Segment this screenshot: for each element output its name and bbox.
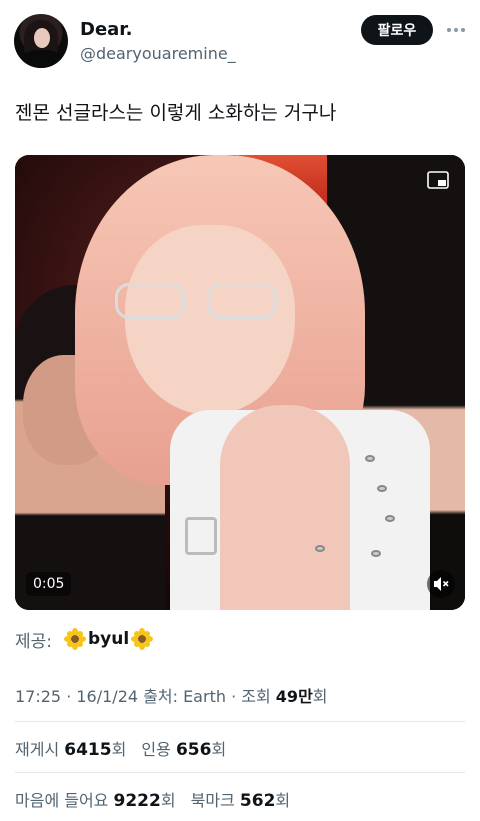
engagement-stats-row-1: 재게시 6415회 인용 656회 xyxy=(15,736,236,760)
quotes-stat[interactable]: 인용 656회 xyxy=(141,740,226,760)
likes-stat[interactable]: 마음에 들어요 9222회 xyxy=(15,791,181,811)
source-attribution: 제공: byul xyxy=(15,626,155,652)
engagement-stats-row-2: 마음에 들어요 9222회 북마크 562회 xyxy=(15,787,300,811)
likes-count: 9222 xyxy=(113,791,161,811)
video-player[interactable]: 0:05 xyxy=(15,155,465,610)
tweet-time[interactable]: 17:25 xyxy=(15,687,61,706)
views-label: 조회 xyxy=(241,687,271,706)
bookmarks-stat[interactable]: 북마크 562회 xyxy=(191,791,291,811)
retweets-count: 6415 xyxy=(64,740,112,760)
display-name[interactable]: Dear. xyxy=(80,19,132,40)
source-label: 제공: xyxy=(15,631,53,652)
views-count: 49만 xyxy=(275,687,313,706)
avatar[interactable] xyxy=(14,14,68,68)
tweet-date[interactable]: 16/1/24 xyxy=(76,687,138,706)
more-options-icon[interactable] xyxy=(444,18,468,42)
source-name[interactable]: byul xyxy=(88,629,129,649)
tweet-meta: 17:25 · 16/1/24 출처: Earth · 조회 49만회 xyxy=(15,687,328,706)
divider xyxy=(15,772,465,773)
picture-in-picture-icon[interactable] xyxy=(427,171,449,189)
sunflower-icon xyxy=(131,628,154,650)
tweet-header: Dear. @dearyouaremine_ 팔로우 xyxy=(0,0,480,80)
follow-button[interactable]: 팔로우 xyxy=(361,15,433,45)
bookmarks-count: 562 xyxy=(239,791,276,811)
user-handle[interactable]: @dearyouaremine_ xyxy=(80,44,236,63)
sunglasses-shape xyxy=(115,283,295,323)
mute-icon[interactable] xyxy=(427,570,455,598)
tweet-text: 젠몬 선글라스는 이렇게 소화하는 거구나 xyxy=(15,102,337,124)
sunflower-icon xyxy=(64,628,87,650)
quotes-count: 656 xyxy=(175,740,212,760)
divider xyxy=(15,721,465,722)
retweets-stat[interactable]: 재게시 6415회 xyxy=(15,740,131,760)
video-duration: 0:05 xyxy=(26,572,72,596)
tweet-source: 출처: Earth xyxy=(143,687,226,706)
